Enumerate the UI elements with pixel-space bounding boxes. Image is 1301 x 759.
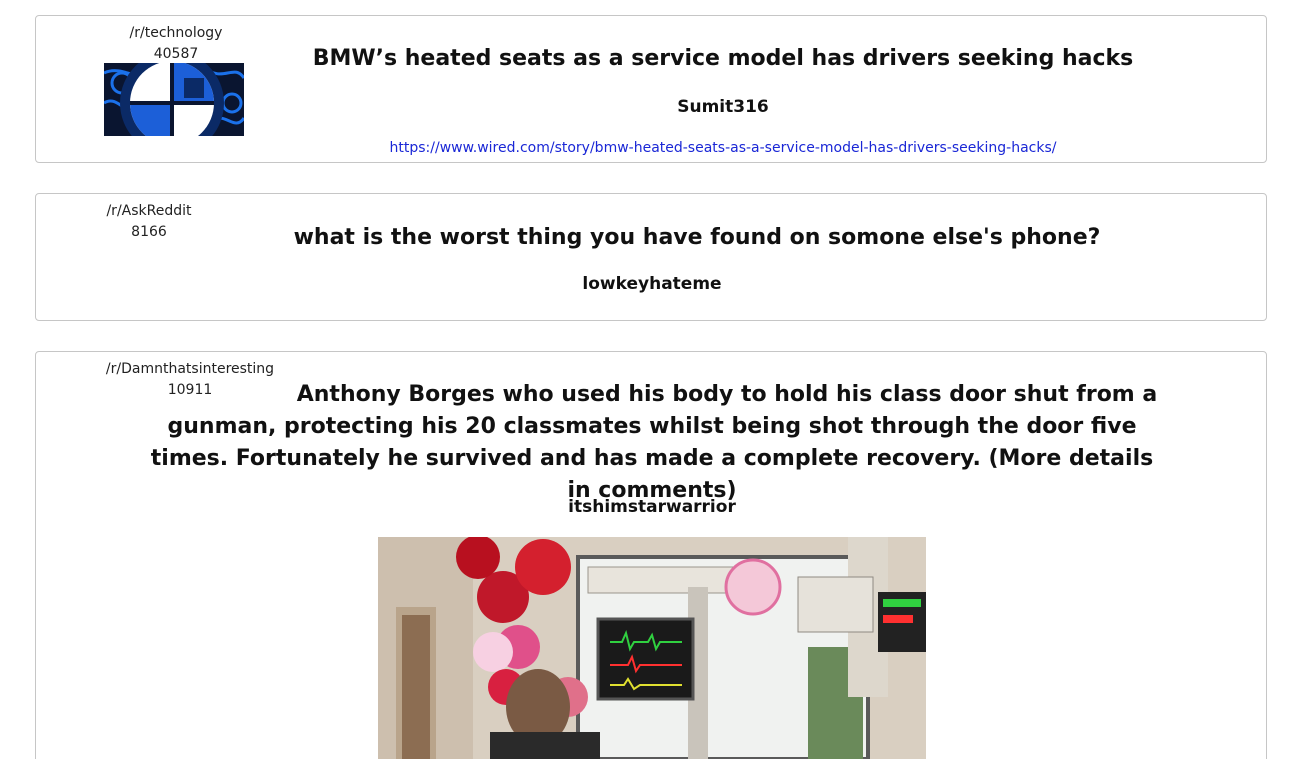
post-meta: /r/AskReddit 8166 xyxy=(91,201,207,243)
post-author[interactable]: Sumit316 xyxy=(276,96,1170,118)
post-author[interactable]: lowkeyhateme xyxy=(276,273,1028,295)
post-thumbnail[interactable] xyxy=(104,63,244,136)
post-link[interactable]: https://www.wired.com/story/bmw-heated-s… xyxy=(276,138,1170,158)
score-label: 40587 xyxy=(153,46,199,62)
post-card: /r/Damnthatsinteresting 10911 Anthony Bo… xyxy=(35,351,1267,759)
hospital-room-photo xyxy=(378,537,926,759)
subreddit-label: /r/AskReddit xyxy=(106,203,192,219)
post-title[interactable]: BMW’s heated seats as a service model ha… xyxy=(276,43,1170,75)
bmw-logo-thumbnail xyxy=(104,63,244,136)
post-meta: /r/technology 40587 xyxy=(106,23,246,65)
post-title[interactable]: what is the worst thing you have found o… xyxy=(276,222,1118,254)
post-feed: /r/technology 40587 BMW’s heated seats a… xyxy=(0,0,1301,759)
post-image[interactable] xyxy=(378,537,926,759)
post-author[interactable]: itshimstarwarrior xyxy=(276,496,1028,518)
subreddit-label: /r/Damnthatsinteresting xyxy=(105,361,275,377)
score-label: 8166 xyxy=(131,224,167,240)
post-card: /r/AskReddit 8166 what is the worst thin… xyxy=(35,193,1267,321)
post-card: /r/technology 40587 BMW’s heated seats a… xyxy=(35,15,1267,163)
post-title[interactable]: Anthony Borges who used his body to hold… xyxy=(136,379,1168,507)
subreddit-label: /r/technology xyxy=(129,25,223,41)
